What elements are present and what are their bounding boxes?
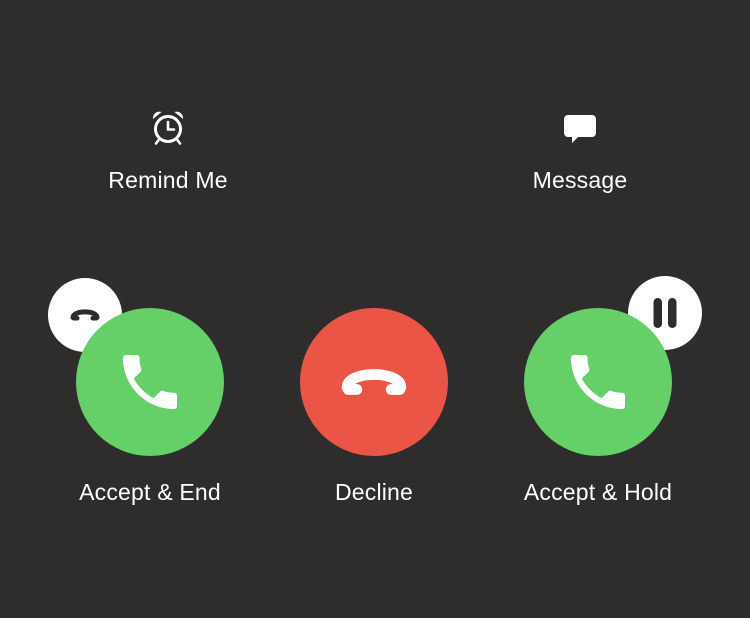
phone-icon — [571, 355, 625, 409]
alarm-clock-icon — [152, 111, 184, 145]
accept-and-end-label: Accept & End — [79, 479, 221, 505]
pause-icon — [653, 298, 677, 328]
accept-and-hold-label: Accept & Hold — [523, 479, 673, 505]
message-label: Message — [532, 167, 628, 193]
message-button[interactable]: Message — [480, 108, 680, 208]
decline-label: Decline — [334, 479, 414, 505]
end-call-icon — [341, 369, 407, 395]
decline-button[interactable] — [300, 308, 448, 456]
remind-me-button[interactable]: Remind Me — [68, 108, 268, 208]
remind-me-label: Remind Me — [108, 167, 228, 193]
accept-and-end-button[interactable] — [76, 308, 224, 456]
message-bubble-icon — [564, 115, 596, 143]
accept-and-hold-button[interactable] — [524, 308, 672, 456]
incoming-call-screen: Remind Me Message Accept & End Decline A… — [0, 0, 750, 618]
phone-icon — [123, 355, 177, 409]
